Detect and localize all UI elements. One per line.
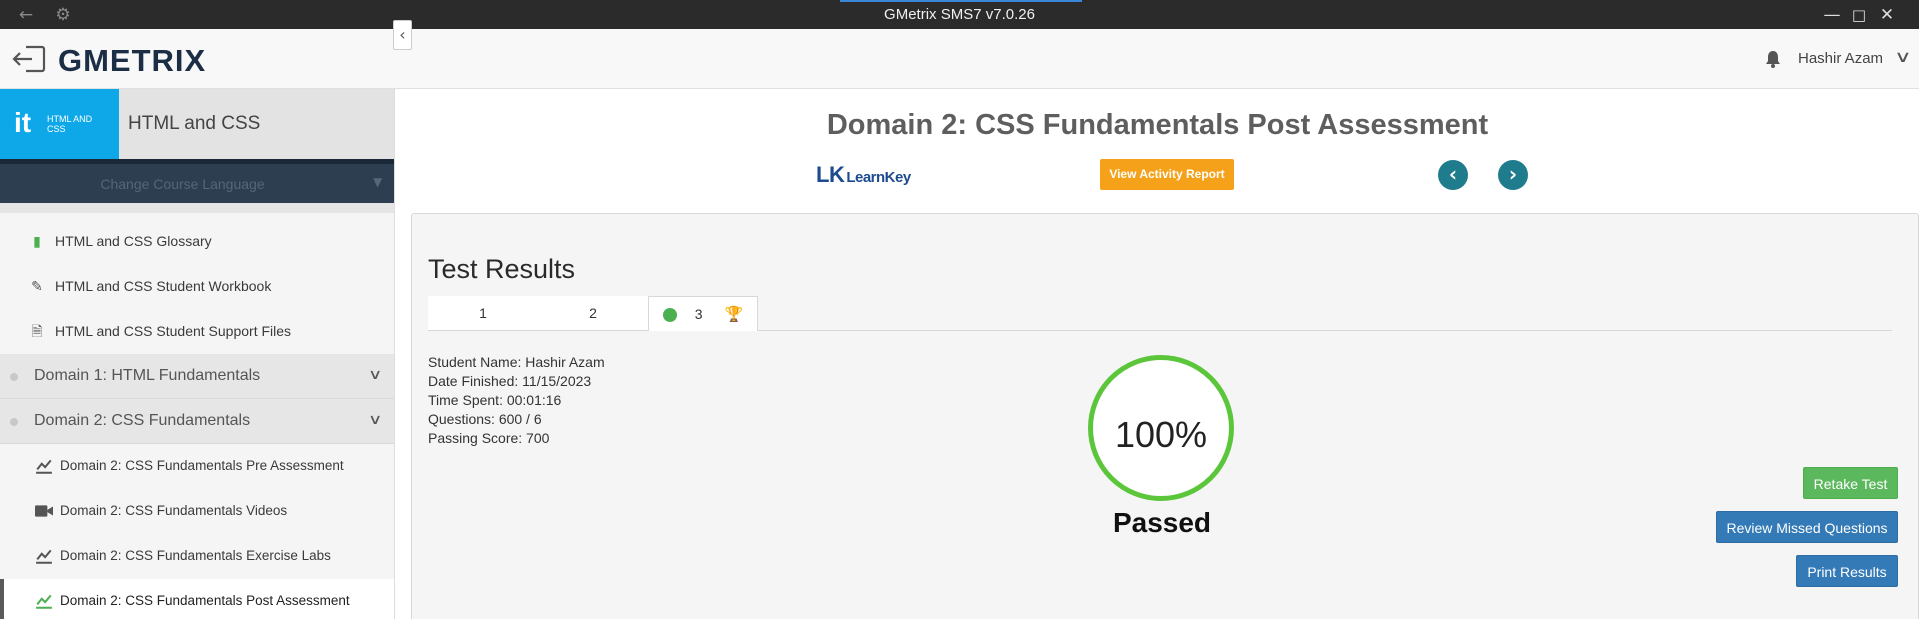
questions-count: Questions: 600 / 6 bbox=[428, 411, 542, 427]
sidebar-domain-1[interactable]: Domain 1: HTML Fundamentals ∨ bbox=[0, 354, 394, 399]
previous-button[interactable]: ‹ bbox=[1438, 160, 1468, 190]
it-logo-icon: it bbox=[14, 107, 32, 138]
tab-label: 3 bbox=[694, 306, 703, 322]
sidebar-item-label: HTML and CSS Student Workbook bbox=[55, 278, 272, 294]
results-title: Test Results bbox=[428, 254, 576, 284]
sidebar-item-label: Domain 2: CSS Fundamentals Videos bbox=[60, 503, 288, 518]
tab-attempt-1[interactable]: 1 bbox=[428, 296, 538, 330]
sidebar-item-label: Domain 2: CSS Fundamentals bbox=[34, 412, 251, 429]
course-language-select[interactable]: Change Course Language ▼ bbox=[0, 159, 394, 203]
window-titlebar: GMetrix SMS7 v7.0.26 ← ⚙ — □ ✕ bbox=[0, 0, 1919, 29]
maximize-icon[interactable]: □ bbox=[1849, 5, 1869, 25]
video-icon bbox=[35, 505, 53, 517]
sidebar-item-videos[interactable]: Domain 2: CSS Fundamentals Videos bbox=[0, 489, 394, 534]
learnkey-logo: LK LearnKey bbox=[816, 162, 911, 188]
close-icon[interactable]: ✕ bbox=[1877, 5, 1897, 25]
sidebar-item-glossary[interactable]: ▮ HTML and CSS Glossary bbox=[0, 219, 394, 264]
gear-icon[interactable]: ⚙ bbox=[53, 5, 73, 25]
score-percent: 100% bbox=[1114, 414, 1208, 455]
dropdown-arrow-icon: ▼ bbox=[373, 175, 383, 189]
sidebar-item-label: Domain 2: CSS Fundamentals Pre Assessmen… bbox=[60, 458, 344, 473]
sidebar: it HTML AND CSS HTML and CSS Change Cour… bbox=[0, 89, 395, 619]
user-name[interactable]: Hashir Azam bbox=[1798, 50, 1883, 67]
tab-attempt-3[interactable]: 3 🏆 bbox=[648, 296, 758, 331]
passing-score: Passing Score: 700 bbox=[428, 430, 550, 446]
chart-icon bbox=[36, 594, 52, 609]
sidebar-item-workbook[interactable]: ✎ HTML and CSS Student Workbook bbox=[0, 264, 394, 309]
chevron-down-icon[interactable]: ∨ bbox=[1894, 47, 1912, 66]
window-title: GMetrix SMS7 v7.0.26 bbox=[884, 6, 1035, 23]
logout-icon[interactable] bbox=[12, 45, 46, 73]
sidebar-item-label: HTML and CSS Student Support Files bbox=[55, 323, 292, 339]
tab-attempt-2[interactable]: 2 bbox=[538, 296, 648, 330]
chart-icon bbox=[36, 459, 52, 474]
chart-icon bbox=[36, 549, 52, 564]
course-header: it HTML AND CSS HTML and CSS bbox=[0, 89, 394, 159]
retake-test-button[interactable]: Retake Test bbox=[1803, 467, 1898, 499]
course-badge: it HTML AND CSS bbox=[0, 89, 119, 159]
score-ring: 100% bbox=[1088, 355, 1234, 501]
next-button[interactable]: › bbox=[1498, 160, 1528, 190]
sidebar-item-support-files[interactable]: 🗎 HTML and CSS Student Support Files bbox=[0, 309, 394, 354]
sidebar-item-label: Domain 1: HTML Fundamentals bbox=[34, 367, 261, 384]
time-spent: Time Spent: 00:01:16 bbox=[428, 392, 562, 408]
sidebar-item-post-assessment[interactable]: Domain 2: CSS Fundamentals Post Assessme… bbox=[0, 579, 394, 619]
pass-status-label: Passed bbox=[1112, 507, 1212, 538]
sidebar-item-label: HTML and CSS Glossary bbox=[55, 233, 212, 249]
minimize-icon[interactable]: — bbox=[1822, 5, 1842, 25]
learnkey-text: LearnKey bbox=[846, 169, 911, 186]
learnkey-mark-icon: LK bbox=[816, 162, 845, 187]
sidebar-item-label: Domain 2: CSS Fundamentals Exercise Labs bbox=[60, 548, 331, 563]
review-missed-questions-button[interactable]: Review Missed Questions bbox=[1716, 511, 1898, 543]
bell-icon[interactable] bbox=[1765, 50, 1781, 68]
gmetrix-logo[interactable]: GMETRIX bbox=[58, 43, 206, 79]
sidebar-item-pre-assessment[interactable]: Domain 2: CSS Fundamentals Pre Assessmen… bbox=[0, 444, 394, 489]
sidebar-collapse-button[interactable]: ‹ bbox=[393, 20, 412, 50]
sidebar-divider bbox=[0, 203, 394, 213]
main-content: Domain 2: CSS Fundamentals Post Assessme… bbox=[396, 89, 1919, 619]
sidebar-item-exercise-labs[interactable]: Domain 2: CSS Fundamentals Exercise Labs bbox=[0, 534, 394, 579]
print-results-button[interactable]: Print Results bbox=[1796, 555, 1898, 587]
status-dot bbox=[10, 418, 18, 426]
status-dot bbox=[10, 373, 18, 381]
chevron-down-icon[interactable]: ∨ bbox=[368, 366, 382, 383]
language-select-label: Change Course Language bbox=[100, 176, 265, 192]
course-title: HTML and CSS bbox=[128, 113, 261, 134]
pencil-icon: ✎ bbox=[31, 278, 43, 294]
file-download-icon: 🗎 bbox=[31, 323, 43, 339]
course-badge-label: HTML AND CSS bbox=[47, 114, 93, 134]
chevron-down-icon[interactable]: ∨ bbox=[368, 411, 382, 428]
back-arrow-icon[interactable]: ← bbox=[16, 5, 36, 25]
sidebar-domain-2[interactable]: Domain 2: CSS Fundamentals ∨ bbox=[0, 399, 394, 444]
app-header: GMETRIX Hashir Azam ∨ bbox=[0, 29, 1919, 89]
sidebar-item-label: Domain 2: CSS Fundamentals Post Assessme… bbox=[60, 593, 350, 608]
pass-status-dot bbox=[662, 308, 677, 323]
test-results-panel: Test Results 1 2 3 🏆 Student Name: Hashir… bbox=[411, 213, 1919, 619]
date-finished: Date Finished: 11/15/2023 bbox=[428, 373, 592, 389]
page-title: Domain 2: CSS Fundamentals Post Assessme… bbox=[826, 109, 1489, 141]
view-activity-report-button[interactable]: View Activity Report bbox=[1100, 159, 1234, 190]
book-icon: ▮ bbox=[33, 233, 41, 249]
student-name: Student Name: Hashir Azam bbox=[428, 354, 605, 370]
trophy-icon: 🏆 bbox=[724, 306, 744, 323]
